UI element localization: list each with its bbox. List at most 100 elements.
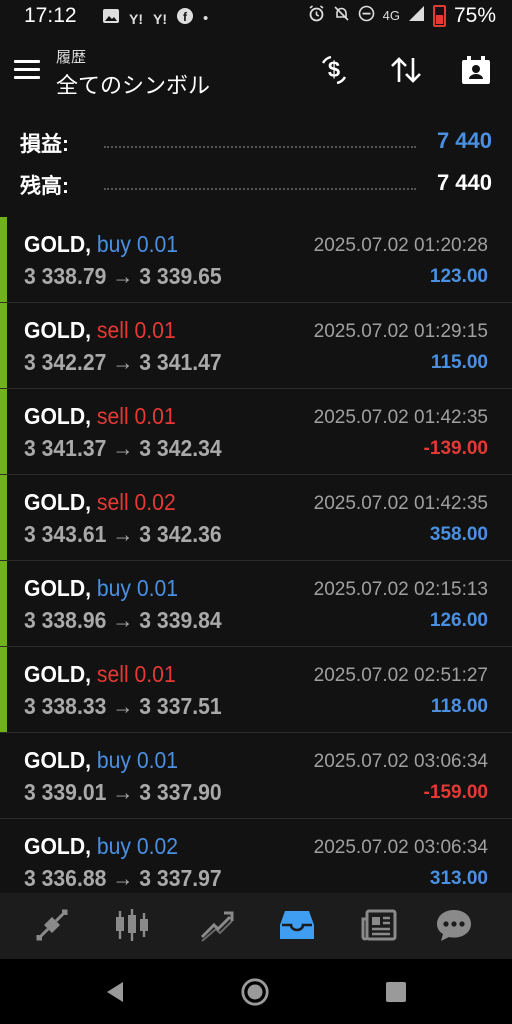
history-icon: [280, 911, 314, 939]
symbol-name: GOLD,: [24, 575, 92, 601]
status-time: 17:12: [24, 4, 77, 27]
mute-icon: [333, 5, 350, 28]
deal-symbol: GOLD, buy 0.02: [24, 833, 178, 860]
currency-exchange-icon[interactable]: $: [316, 52, 352, 88]
messages-icon: [437, 910, 471, 941]
yahoo-icon: Y!: [153, 11, 167, 27]
tab-history[interactable]: [277, 905, 317, 945]
home-button[interactable]: [240, 977, 270, 1007]
yahoo-icon: Y!: [129, 11, 143, 27]
deal-side: buy 0.01: [96, 575, 179, 601]
symbol-name: GOLD,: [24, 231, 92, 257]
profit-value: 7 440: [436, 128, 492, 153]
home-icon: [241, 978, 269, 1006]
symbol-name: GOLD,: [24, 489, 92, 515]
sort-icon[interactable]: [388, 52, 424, 88]
app-screen: 17:12 Y! Y! f • 4G 75% 履歴 全てのシンボル $ 損益: …: [0, 0, 512, 1024]
symbol-name: GOLD,: [24, 833, 92, 859]
deal-row[interactable]: GOLD, buy 0.01 3 339.01 → 3 337.90 2025.…: [0, 733, 512, 819]
deal-row[interactable]: GOLD, buy 0.02 3 336.88 → 3 337.97 2025.…: [0, 819, 512, 893]
notification-icons: Y! Y! f •: [103, 8, 208, 30]
deal-symbol: GOLD, sell 0.01: [24, 403, 176, 430]
quotes-icon: [36, 909, 68, 941]
deal-time: 2025.07.02 01:29:15: [313, 321, 488, 342]
symbol-name: GOLD,: [24, 317, 92, 343]
menu-icon[interactable]: [14, 60, 40, 80]
battery-percent: 75%: [453, 4, 496, 27]
symbol-name: GOLD,: [24, 403, 92, 429]
deal-side: sell 0.01: [96, 661, 176, 687]
signal-icon: [408, 5, 425, 28]
chart-icon: [116, 909, 148, 941]
back-button[interactable]: [100, 977, 130, 1007]
status-bar: 17:12 Y! Y! f • 4G 75%: [0, 0, 512, 36]
dotted-leader: [104, 146, 416, 148]
deal-row[interactable]: GOLD, buy 0.01 3 338.96 → 3 339.84 2025.…: [0, 561, 512, 647]
back-icon: [107, 982, 123, 1002]
news-icon: [361, 909, 397, 941]
bottom-tab-bar: [0, 893, 512, 959]
recents-button[interactable]: [381, 977, 411, 1007]
deal-symbol: GOLD, sell 0.01: [24, 661, 176, 688]
facebook-icon: f: [177, 8, 193, 30]
deal-profit: -159.00: [423, 782, 488, 803]
tab-quotes[interactable]: [32, 905, 72, 945]
deal-symbol: GOLD, buy 0.01: [24, 747, 178, 774]
recents-icon: [386, 982, 406, 1002]
dnd-icon: [358, 5, 375, 28]
deal-symbol: GOLD, sell 0.01: [24, 317, 176, 344]
deal-prices: 3 336.88 → 3 337.97: [24, 865, 222, 891]
app-header: 履歴 全てのシンボル $: [0, 36, 512, 106]
tab-messages[interactable]: [434, 905, 474, 945]
deal-row[interactable]: GOLD, sell 0.01 3 338.33 → 3 337.51 2025…: [0, 647, 512, 733]
deal-profit: 123.00: [429, 266, 488, 287]
deal-prices: 3 338.33 → 3 337.51: [24, 693, 222, 719]
deal-time: 2025.07.02 02:15:13: [313, 579, 488, 600]
alarm-icon: [308, 4, 325, 28]
balance-value: 7 440: [436, 170, 492, 195]
deal-time: 2025.07.02 03:06:34: [313, 837, 488, 858]
image-icon: [103, 9, 119, 29]
deal-time: 2025.07.02 01:42:35: [313, 493, 488, 514]
tab-chart[interactable]: [112, 905, 152, 945]
deals-list: GOLD, buy 0.01 3 338.79 → 3 339.65 2025.…: [0, 217, 512, 893]
deal-time: 2025.07.02 02:51:27: [313, 665, 488, 686]
deal-side: buy 0.02: [96, 833, 179, 859]
symbol-name: GOLD,: [24, 661, 92, 687]
deal-profit: -139.00: [423, 438, 488, 459]
deal-side: sell 0.01: [96, 317, 176, 343]
deal-prices: 3 342.27 → 3 341.47: [24, 349, 222, 375]
deal-prices: 3 338.79 → 3 339.65: [24, 263, 222, 289]
deal-prices: 3 338.96 → 3 339.84: [24, 607, 222, 633]
deal-symbol: GOLD, sell 0.02: [24, 489, 176, 516]
deal-side: sell 0.02: [96, 489, 176, 515]
deal-profit: 126.00: [429, 610, 488, 631]
balance-label: 残高:: [20, 175, 69, 198]
deal-profit: 115.00: [430, 352, 488, 373]
tab-news[interactable]: [359, 905, 399, 945]
header-subtitle: 履歴: [56, 49, 87, 66]
report-icon[interactable]: [458, 52, 494, 88]
4g-icon: 4G: [382, 8, 400, 23]
deal-profit: 358.00: [429, 524, 488, 545]
deal-symbol: GOLD, buy 0.01: [24, 231, 178, 258]
deal-time: 2025.07.02 03:06:34: [313, 751, 488, 772]
dotted-leader: [104, 188, 416, 190]
deal-time: 2025.07.02 01:42:35: [313, 407, 488, 428]
symbol-selector[interactable]: 全てのシンボル: [56, 68, 210, 100]
system-nav-bar: [0, 959, 512, 1024]
battery-icon: [432, 5, 446, 27]
deal-side: buy 0.01: [96, 747, 179, 773]
tab-trade[interactable]: [196, 905, 236, 945]
balance-row: 残高: 7 440: [0, 166, 512, 202]
deal-row[interactable]: GOLD, buy 0.01 3 338.79 → 3 339.65 2025.…: [0, 217, 512, 303]
deal-row[interactable]: GOLD, sell 0.01 3 342.27 → 3 341.47 2025…: [0, 303, 512, 389]
svg-text:$: $: [328, 57, 340, 82]
deal-row[interactable]: GOLD, sell 0.01 3 341.37 → 3 342.34 2025…: [0, 389, 512, 475]
deal-row[interactable]: GOLD, sell 0.02 3 343.61 → 3 342.36 2025…: [0, 475, 512, 561]
system-icons: 4G 75%: [308, 4, 496, 28]
deal-prices: 3 343.61 → 3 342.36: [24, 521, 222, 547]
symbol-name: GOLD,: [24, 747, 92, 773]
profit-label: 損益:: [20, 133, 69, 156]
deal-profit: 313.00: [429, 868, 488, 889]
